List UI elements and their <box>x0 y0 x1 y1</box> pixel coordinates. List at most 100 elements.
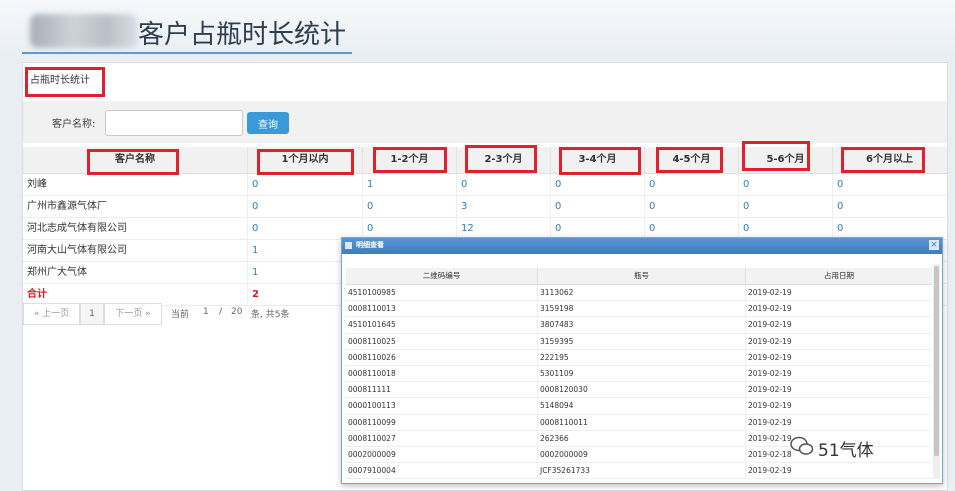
detail-qr-code: 0008110099 <box>346 414 538 430</box>
detail-table-header: 二维码编号 瓶号 占用日期 <box>346 268 932 285</box>
cell-count-link[interactable]: 0 <box>457 174 551 195</box>
detail-qr-code: 0008110027 <box>346 430 538 446</box>
cell-count-link[interactable]: 0 <box>739 218 833 239</box>
page-title: 客户占瓶时长统计 <box>138 20 347 50</box>
cell-count-link[interactable]: 0 <box>551 196 645 217</box>
cell-count-link[interactable]: 0 <box>248 218 363 239</box>
detail-bottle-no: JCF35261733 <box>538 463 746 479</box>
cell-count-link[interactable]: 0 <box>739 196 833 217</box>
header-bottle-no: 瓶号 <box>538 268 746 284</box>
cell-count-link[interactable]: 0 <box>833 196 946 217</box>
cell-count-link[interactable]: 0 <box>248 174 363 195</box>
next-page-button[interactable]: 下一页 » <box>104 303 162 325</box>
detail-qr-code: 0008110013 <box>346 301 538 317</box>
cell-count-link[interactable]: 0 <box>551 174 645 195</box>
cell-customer: 广州市鑫源气体厂 <box>23 196 248 217</box>
cell-count-link[interactable]: 0 <box>645 174 739 195</box>
cell-customer: 河北志成气体有限公司 <box>23 218 248 239</box>
detail-row: 4510100985 3113062 2019-02-19 <box>346 285 932 302</box>
tab-highlight-box <box>25 67 105 97</box>
close-icon[interactable]: × <box>929 240 939 250</box>
header-highlight-box <box>742 141 810 171</box>
cell-count-link[interactable]: 1 <box>363 174 457 195</box>
detail-qr-code: 4510100985 <box>346 285 538 300</box>
detail-qr-code: 0008110018 <box>346 365 538 381</box>
header-highlight-box <box>656 147 723 173</box>
customer-name-label: 客户名称: <box>52 119 96 130</box>
detail-bottle-no: 5148094 <box>538 398 746 414</box>
header-highlight-box <box>373 147 447 173</box>
detail-qr-code: 0000100113 <box>346 398 538 414</box>
blurred-logo <box>30 14 138 48</box>
header-highlight-box <box>559 147 641 175</box>
customer-name-input[interactable] <box>105 110 243 136</box>
detail-date: 2019-02-19 <box>748 385 792 395</box>
header-occupy-date: 占用日期 <box>824 271 854 280</box>
prev-page-button[interactable]: « 上一页 <box>23 303 80 325</box>
detail-date: 2019-02-19 <box>748 336 792 346</box>
detail-bottle-no: 0008110011 <box>538 414 746 430</box>
detail-bottle-no: 3159198 <box>538 301 746 317</box>
search-button[interactable]: 查询 <box>247 112 289 134</box>
detail-qr-code: 0008110026 <box>346 349 538 365</box>
detail-date: 2019-02-19 <box>748 401 792 411</box>
detail-date: 2019-02-19 <box>748 320 792 330</box>
detail-bottle-no: 3113062 <box>538 285 746 300</box>
cell-count-link[interactable]: 0 <box>645 196 739 217</box>
detail-date: 2019-02-19 <box>748 368 792 378</box>
pager-page: 1 <box>203 307 209 317</box>
pager-slash: / <box>219 307 223 317</box>
detail-date: 2019-02-19 <box>748 352 792 362</box>
cell-customer: 郑州广大气体 <box>23 262 248 283</box>
pager-page-size: 20 <box>231 307 243 317</box>
cell-count-link[interactable]: 0 <box>363 196 457 217</box>
scrollbar-thumb[interactable] <box>934 266 939 456</box>
detail-qr-code: 0008110025 <box>346 333 538 349</box>
cell-count-link[interactable]: 0 <box>739 174 833 195</box>
cell-count-link[interactable]: 3 <box>457 196 551 217</box>
pager-summary: 条, 共5条 <box>251 310 290 320</box>
header-highlight-box <box>465 145 537 173</box>
cell-customer: 刘峰 <box>23 174 248 195</box>
header-highlight-box <box>257 149 354 175</box>
detail-row: 0000100113 5148094 2019-02-19 <box>346 398 932 415</box>
detail-date: 2019-02-19 <box>748 288 792 297</box>
cell-count-link[interactable]: 0 <box>248 196 363 217</box>
detail-bottle-no: 5301109 <box>538 365 746 381</box>
total-label: 合计 <box>23 284 248 305</box>
popup-titlebar[interactable]: 明细查看 × <box>342 238 942 254</box>
detail-bottle-no: 3807483 <box>538 317 746 333</box>
detail-qr-code: 000811111 <box>346 382 538 398</box>
detail-bottle-no: 222195 <box>538 349 746 365</box>
detail-qr-code: 4510101645 <box>346 317 538 333</box>
title-underline <box>22 52 352 54</box>
header-qr-code: 二维码编号 <box>346 268 538 284</box>
detail-row: 0008110026 222195 2019-02-19 <box>346 349 932 366</box>
header-highlight-box <box>87 149 179 175</box>
detail-row: 0007910004 JCF35261733 2019-02-19 <box>346 463 932 480</box>
detail-row: 0008110018 5301109 2019-02-19 <box>346 365 932 383</box>
cell-customer: 河南大山气体有限公司 <box>23 240 248 261</box>
table-row: 广州市鑫源气体厂 0 0 3 0 0 0 0 <box>23 196 947 218</box>
detail-date: 2019-02-19 <box>748 304 792 314</box>
cell-count-link[interactable]: 0 <box>833 174 946 195</box>
detail-bottle-no: 262366 <box>538 430 746 446</box>
detail-row: 0008110013 3159198 2019-02-19 <box>346 301 932 318</box>
cell-count-link[interactable]: 0 <box>551 218 645 239</box>
detail-date: 2019-02-19 <box>748 417 792 427</box>
popup-scrollbar[interactable] <box>933 264 940 479</box>
detail-bottle-no: 0008120030 <box>538 382 746 398</box>
detail-row: 4510101645 3807483 2019-02-19 <box>346 317 932 334</box>
page-number-button[interactable]: 1 <box>80 303 104 325</box>
watermark-text: 51气体 <box>818 441 874 461</box>
wechat-icon <box>790 436 814 455</box>
cell-count-link[interactable]: 0 <box>833 218 946 239</box>
detail-row: 0008110099 0008110011 2019-02-19 <box>346 414 932 431</box>
cell-count-link[interactable]: 0 <box>363 218 457 239</box>
search-bar: 客户名称: 查询 <box>23 101 947 143</box>
pager-current-label: 当前 <box>171 310 190 320</box>
cell-count-link[interactable]: 0 <box>645 218 739 239</box>
detail-date: 2019-02-19 <box>748 466 792 476</box>
cell-count-link[interactable]: 12 <box>457 218 551 239</box>
window-icon <box>345 242 352 249</box>
